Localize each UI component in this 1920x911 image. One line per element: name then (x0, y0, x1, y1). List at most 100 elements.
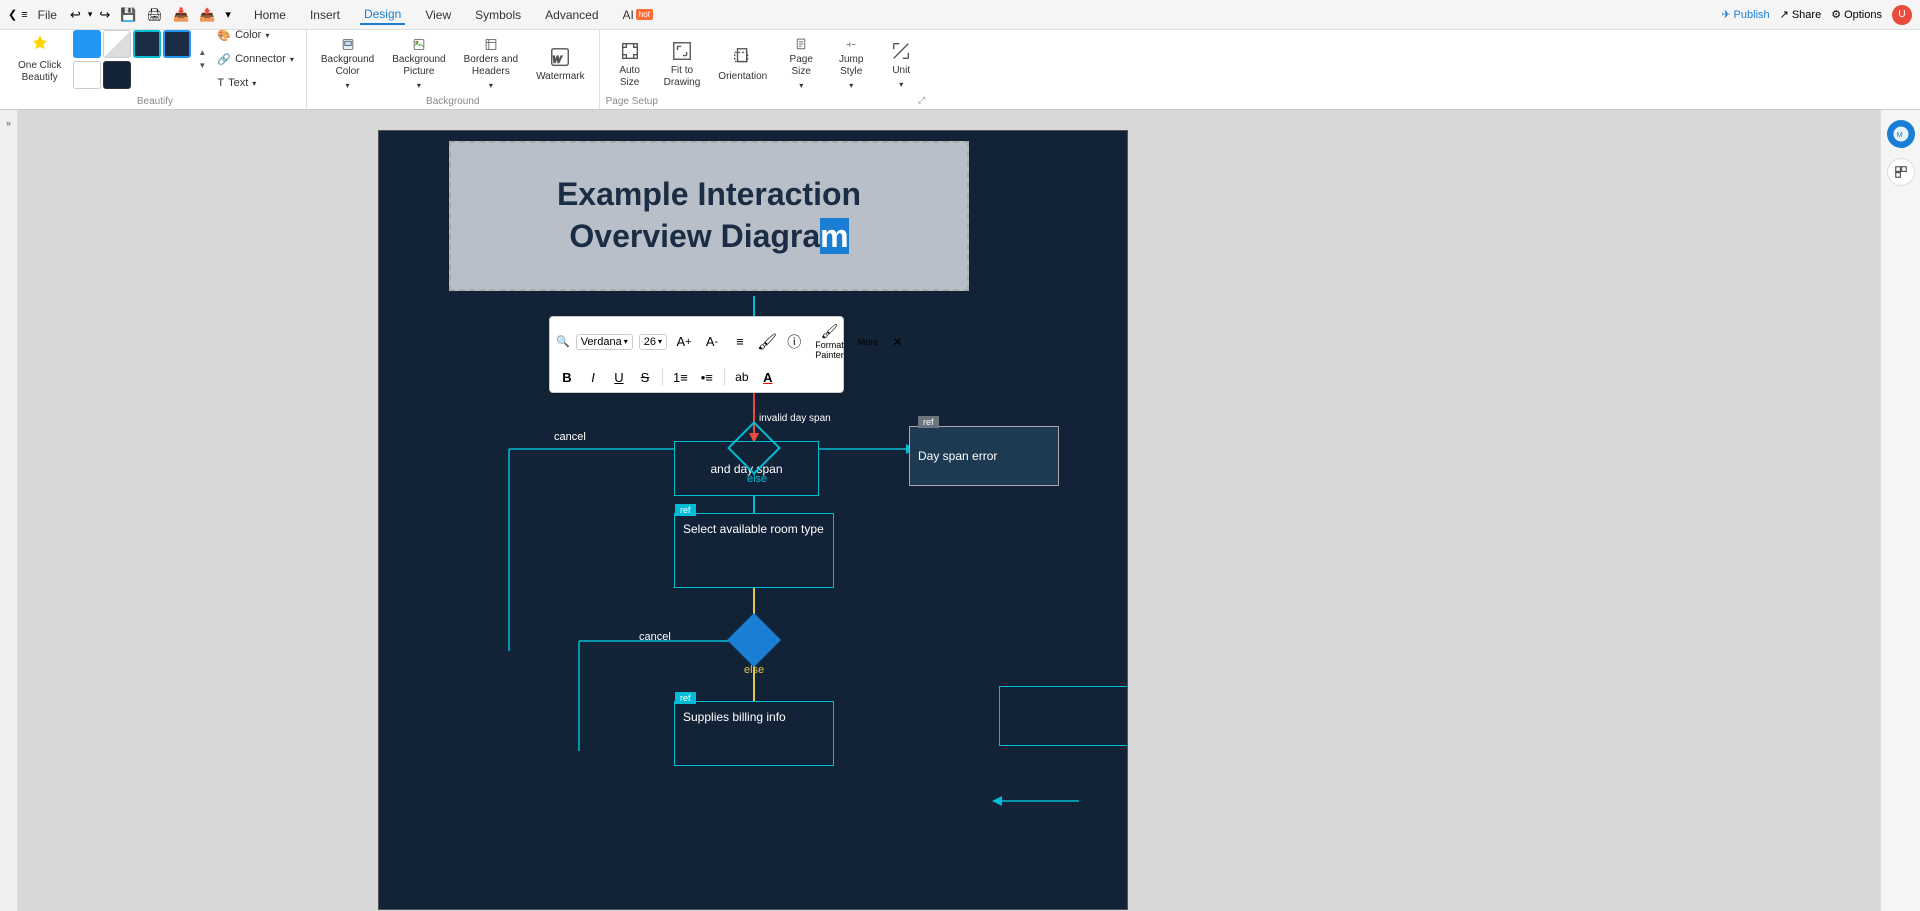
bg-color-btn[interactable]: Background Color ▾ (313, 34, 382, 94)
fit-to-drawing-btn[interactable]: Fit to Drawing (656, 34, 709, 94)
floating-toolbar: 🔍 Verdana ▾ 26 ▾ A+ A- ≡ 🖌 ⓘ 🖌 F (549, 316, 844, 393)
else-label-1: else (747, 473, 767, 485)
page-setup-expand[interactable]: ⤢ (918, 95, 925, 106)
ft-numbered-list-btn[interactable]: 1≡ (669, 366, 692, 388)
ft-format-painter[interactable]: 🖌 Format Painter (811, 321, 848, 362)
ft-separator-2 (724, 368, 725, 386)
style-swatch-1[interactable] (73, 30, 101, 58)
style-swatch-5[interactable] (73, 61, 101, 89)
day-span-error-ref-tag: ref (918, 416, 939, 428)
style-arrow-up[interactable]: ▲ (195, 47, 209, 59)
ribbon: One Click Beautify ▲ ▼ (0, 30, 1920, 110)
auto-size-btn[interactable]: Auto Size (606, 34, 654, 94)
nav-insert[interactable]: Insert (306, 6, 344, 24)
more-options-btn[interactable]: ▾ (222, 8, 234, 21)
diagram-canvas[interactable]: Example InteractionOverview Diagram 🔍 Ve… (378, 130, 1128, 910)
ft-close-btn[interactable]: ✕ (892, 335, 902, 349)
nav-ai[interactable]: AI hot (619, 6, 657, 24)
print-btn[interactable]: 🖨 (144, 7, 167, 23)
collapse-icon[interactable]: ❮ (8, 8, 17, 21)
cancel-label-1: cancel (554, 431, 586, 443)
ft-increase-font-btn[interactable]: A+ (673, 331, 695, 353)
color-connector-text: 🎨Color▾ 🔗Connector▾ TText▾ (211, 24, 299, 94)
main-nav: Home Insert Design View Symbols Advanced… (250, 5, 657, 25)
supplies-billing-box[interactable]: ref Supplies billing info (674, 701, 834, 766)
color-btn[interactable]: 🎨Color▾ (211, 24, 299, 46)
ft-strikethrough-btn[interactable]: S (634, 366, 656, 388)
style-swatch-4[interactable] (163, 30, 191, 58)
orientation-btn[interactable]: Orientation (710, 34, 775, 94)
title-highlight: m (820, 218, 848, 254)
select-room-box[interactable]: ref Select available room type (674, 513, 834, 588)
nav-symbols[interactable]: Symbols (471, 6, 525, 24)
ft-more[interactable]: More (854, 335, 883, 349)
undo-dropdown[interactable]: ▾ (88, 9, 93, 20)
ft-align-btn[interactable]: ≡ (729, 331, 751, 353)
ft-font-color-btn[interactable]: A (757, 366, 779, 388)
title-box[interactable]: Example InteractionOverview Diagram (449, 141, 969, 291)
watermark-btn[interactable]: W Watermark (528, 34, 593, 94)
ft-row1: 🔍 Verdana ▾ 26 ▾ A+ A- ≡ 🖌 ⓘ 🖌 F (556, 321, 837, 362)
user-avatar[interactable]: U (1892, 5, 1912, 25)
svg-text:W: W (553, 54, 563, 64)
top-bar-right: ✈Publish ↗Share ⚙Options U (1721, 5, 1912, 25)
style-swatch-2[interactable] (103, 30, 131, 58)
ft-bold-btn[interactable]: B (556, 366, 578, 388)
import-btn[interactable]: 📥 (170, 7, 192, 23)
beautify-label: Beautify (137, 96, 173, 107)
unit-btn[interactable]: Unit ▾ (877, 34, 925, 94)
ft-row2: B I U S 1≡ •≡ ab A (556, 366, 837, 388)
ft-italic-btn[interactable]: I (582, 366, 604, 388)
ft-ab-btn[interactable]: ab (731, 366, 753, 388)
ft-more-btn[interactable]: ⓘ (783, 331, 805, 353)
else-label-2: else (744, 664, 764, 676)
cancel-label-2: cancel (639, 631, 671, 643)
panel-btn-2[interactable] (1887, 158, 1915, 186)
nav-design[interactable]: Design (360, 5, 405, 25)
style-arrow-down[interactable]: ▼ (195, 60, 209, 72)
expand-icon[interactable]: ≡ (21, 9, 27, 21)
style-swatch-3[interactable] (133, 30, 161, 58)
ft-underline-btn[interactable]: U (608, 366, 630, 388)
title-text: Example InteractionOverview Diagram (557, 174, 861, 257)
style-swatch-6[interactable] (103, 61, 131, 89)
save-btn[interactable]: 💾 (117, 7, 139, 23)
redo-btn[interactable]: ↪ (96, 7, 113, 23)
sidebar-toggle-btn[interactable]: » (2, 116, 16, 130)
right-panel: M (1880, 110, 1920, 911)
nav-home[interactable]: Home (250, 6, 290, 24)
ribbon-beautify-section: One Click Beautify ▲ ▼ (4, 30, 307, 109)
options-btn[interactable]: ⚙Options (1831, 8, 1882, 21)
diamond-2[interactable] (727, 613, 781, 667)
nav-view[interactable]: View (421, 6, 455, 24)
ft-bullet-list-btn[interactable]: •≡ (696, 366, 718, 388)
supplies-billing-ref-tag: ref (675, 692, 696, 704)
undo-btn[interactable]: ↩ (67, 7, 84, 23)
undo-redo-group: ↩ ▾ ↪ 💾 🖨 📥 📤 ▾ (67, 7, 234, 23)
text-btn[interactable]: TText▾ (211, 72, 299, 94)
publish-btn[interactable]: ✈Publish (1721, 8, 1769, 21)
ft-font-select[interactable]: Verdana ▾ (576, 334, 633, 350)
page-setup-label: Page Setup (606, 96, 658, 107)
ft-decrease-font-btn[interactable]: A- (701, 331, 723, 353)
nav-advanced[interactable]: Advanced (541, 6, 602, 24)
export-btn[interactable]: 📤 (196, 7, 218, 23)
connector-btn[interactable]: 🔗Connector▾ (211, 48, 299, 70)
bg-picture-btn[interactable]: Background Picture ▾ (384, 34, 453, 94)
style-grid (73, 30, 191, 58)
jump-style-btn[interactable]: Jump Style ▾ (827, 34, 875, 94)
left-sidebar: » (0, 110, 18, 911)
supplies-right-box[interactable] (999, 686, 1128, 746)
borders-headers-btn[interactable]: Borders and Headers ▾ (456, 34, 526, 94)
invalid-day-span-label: invalid day span (759, 413, 831, 424)
canvas-area[interactable]: M (18, 110, 1920, 911)
page-size-btn[interactable]: Page Size ▾ (777, 34, 825, 94)
beautify-items: One Click Beautify ▲ ▼ (10, 24, 300, 94)
color-wheel-btn[interactable]: M (1887, 120, 1915, 148)
day-span-error-box[interactable]: ref Day span error (909, 426, 1059, 486)
one-click-beautify-btn[interactable]: One Click Beautify (10, 29, 69, 89)
ft-font-size[interactable]: 26 ▾ (639, 334, 667, 350)
ft-paint-icon[interactable]: 🖌 (757, 332, 777, 352)
file-menu[interactable]: File (34, 6, 61, 24)
share-btn[interactable]: ↗Share (1780, 8, 1822, 21)
